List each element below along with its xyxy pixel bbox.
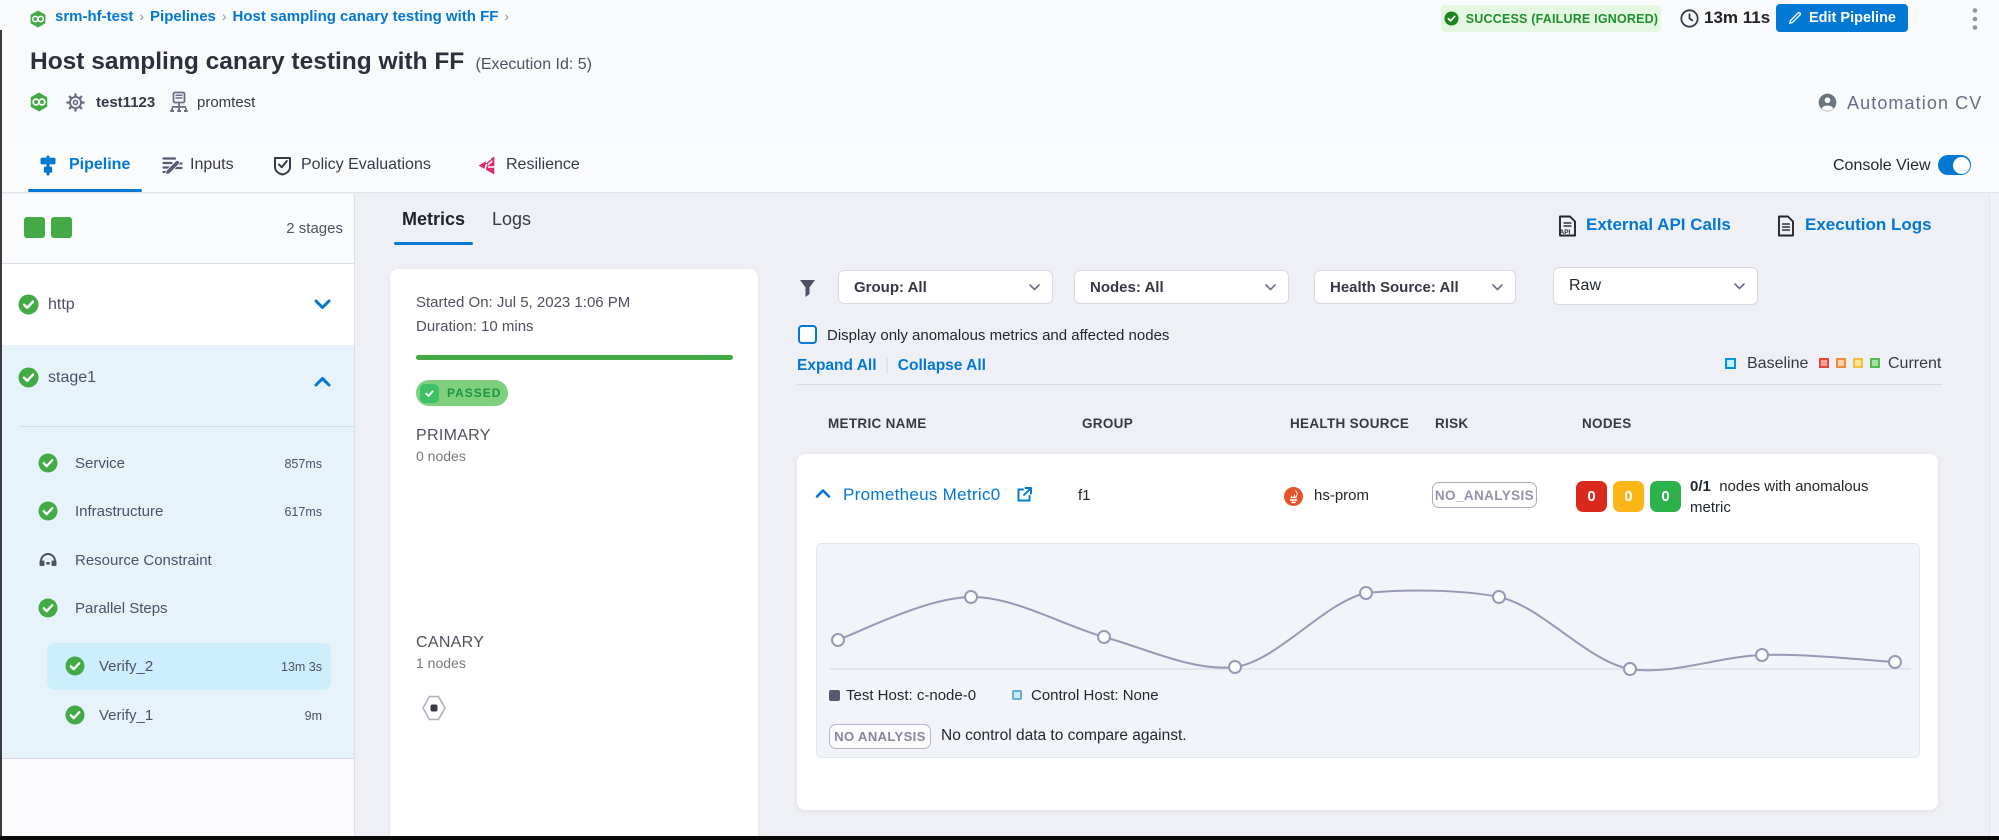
svg-text:API: API	[1560, 229, 1571, 236]
